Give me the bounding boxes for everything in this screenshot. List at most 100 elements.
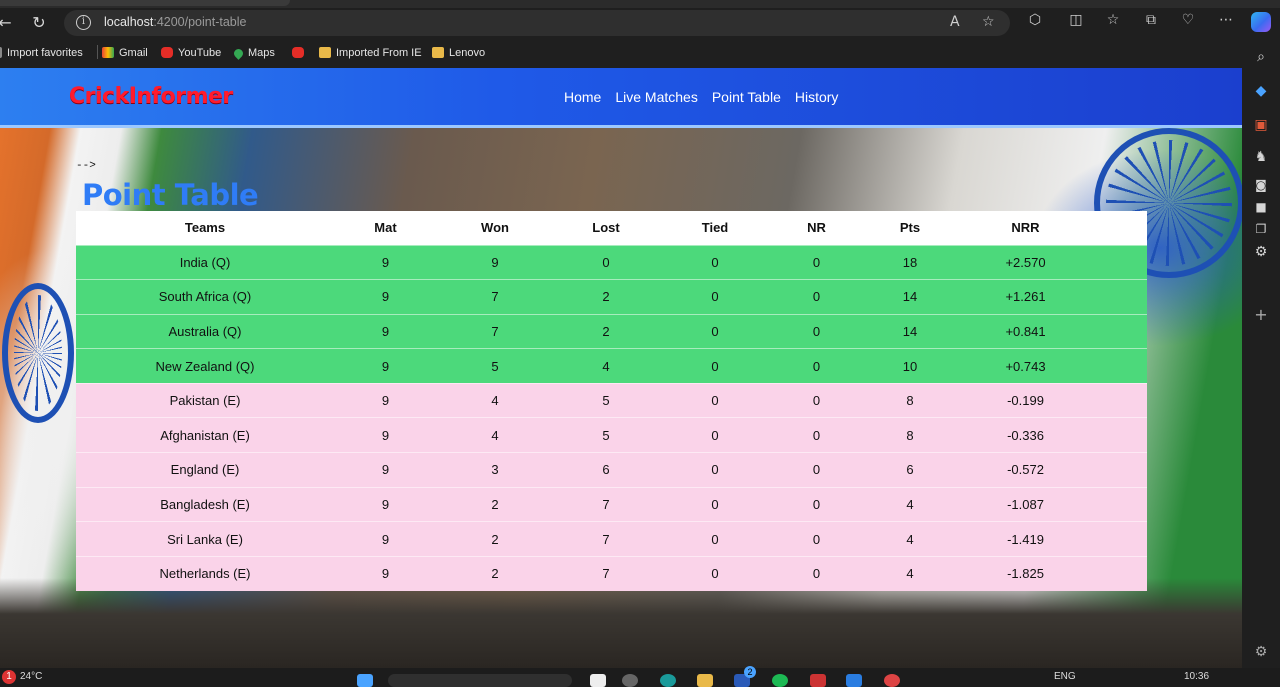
- cell-spacer: [1093, 452, 1147, 488]
- cell-mat: 9: [334, 313, 437, 349]
- favorite-lenovo[interactable]: Lenovo: [432, 46, 485, 60]
- weather-icon[interactable]: 1: [2, 670, 16, 684]
- table-row: South Africa (Q) 9 7 2 0 0 14 +1.261: [76, 279, 1147, 315]
- cell-pts: 14: [862, 313, 958, 349]
- col-mat: Mat: [334, 211, 437, 245]
- browser-toolbar: ← ↻ i localhost:4200/point-table A ☆ ⬡ ◫…: [0, 8, 1242, 38]
- weather-temp[interactable]: 24°C: [20, 671, 42, 682]
- shopping-icon[interactable]: ◆: [1252, 82, 1270, 100]
- start-icon[interactable]: [357, 674, 373, 687]
- table-row: England (E) 9 3 6 0 0 6 -0.572: [76, 452, 1147, 488]
- cell-pts: 4: [862, 555, 958, 591]
- more-menu-icon[interactable]: ⋯: [1216, 12, 1236, 28]
- favorite-gmail[interactable]: Gmail: [102, 46, 148, 60]
- brand-logo[interactable]: CrickInformer: [69, 84, 233, 109]
- cell-spacer: [1093, 348, 1147, 384]
- language-indicator[interactable]: ENG: [1054, 671, 1076, 682]
- explorer-icon[interactable]: [697, 674, 713, 687]
- clock[interactable]: 10:36: [1184, 671, 1209, 682]
- games-icon[interactable]: ♞: [1252, 148, 1270, 166]
- copilot-icon[interactable]: [1251, 12, 1271, 32]
- cell-won: 7: [437, 313, 553, 349]
- cell-mat: 9: [334, 555, 437, 591]
- cell-spacer: [1093, 313, 1147, 349]
- cell-lost: 7: [553, 486, 659, 522]
- edge-sidebar: ⌕ ◆ ▣ ♞ ◙ ■ ❐ ⚙ + ⚙: [1242, 40, 1280, 668]
- col-nr: NR: [771, 211, 862, 245]
- favorite-imported-from-ie[interactable]: Imported From IE: [319, 46, 422, 60]
- site-info-icon[interactable]: i: [76, 15, 91, 30]
- col-won: Won: [437, 211, 553, 245]
- read-aloud-icon[interactable]: A: [950, 14, 960, 30]
- flag-chakra-left: [2, 283, 74, 423]
- cell-team: India (Q): [76, 244, 334, 280]
- video-icon[interactable]: ■: [1252, 198, 1270, 216]
- table-row: New Zealand (Q) 9 5 4 0 0 10 +0.743: [76, 348, 1147, 384]
- browser-essentials-icon[interactable]: ♡: [1178, 12, 1198, 28]
- back-icon[interactable]: ←: [0, 12, 16, 34]
- active-tab-edge[interactable]: [0, 0, 290, 6]
- nav-point-table[interactable]: Point Table: [712, 89, 781, 105]
- favorite-youtube-2[interactable]: [292, 46, 309, 60]
- taskview-icon[interactable]: [590, 674, 606, 687]
- cell-lost: 5: [553, 417, 659, 453]
- cell-nrr: +0.841: [958, 313, 1093, 349]
- cell-tied: 0: [659, 555, 771, 591]
- collections-icon[interactable]: ⧉: [1141, 12, 1161, 28]
- add-icon[interactable]: +: [1252, 306, 1270, 324]
- cell-pts: 10: [862, 348, 958, 384]
- favorite-import[interactable]: Import favorites: [0, 46, 83, 60]
- split-screen-icon[interactable]: ◫: [1066, 12, 1086, 28]
- cell-pts: 4: [862, 486, 958, 522]
- address-bar[interactable]: i localhost:4200/point-table A ☆: [64, 10, 1010, 36]
- url-text[interactable]: localhost:4200/point-table: [104, 15, 246, 29]
- cell-nr: 0: [771, 244, 862, 280]
- cell-nrr: +2.570: [958, 244, 1093, 280]
- table-row: Bangladesh (E) 9 2 7 0 0 4 -1.087: [76, 486, 1147, 522]
- favorites-icon[interactable]: ☆: [1103, 12, 1123, 28]
- cell-tied: 0: [659, 279, 771, 315]
- favorite-maps[interactable]: Maps: [232, 46, 275, 60]
- cell-won: 7: [437, 279, 553, 315]
- nav-live-matches[interactable]: Live Matches: [615, 89, 697, 105]
- cell-nr: 0: [771, 555, 862, 591]
- cell-spacer: [1093, 486, 1147, 522]
- cell-team: England (E): [76, 452, 334, 488]
- taskbar-search[interactable]: [388, 674, 572, 687]
- app2-icon[interactable]: [810, 674, 826, 687]
- windows-icon[interactable]: ❐: [1252, 220, 1270, 238]
- sidebar-settings-icon[interactable]: ⚙: [1252, 643, 1270, 661]
- camera-icon[interactable]: ◙: [1252, 176, 1270, 194]
- col-lost: Lost: [553, 211, 659, 245]
- edge-taskbar-icon[interactable]: [660, 674, 676, 687]
- cell-nr: 0: [771, 417, 862, 453]
- app-icon[interactable]: [622, 674, 638, 687]
- cell-won: 2: [437, 521, 553, 557]
- refresh-icon[interactable]: ↻: [28, 12, 50, 34]
- spotify-icon[interactable]: [772, 674, 788, 687]
- favorite-youtube[interactable]: YouTube: [161, 46, 221, 60]
- cell-lost: 6: [553, 452, 659, 488]
- page-viewport: CrickInformer Home Live Matches Point Tabl…: [0, 68, 1242, 668]
- vscode-icon[interactable]: [846, 674, 862, 687]
- search-icon[interactable]: ⌕: [1252, 48, 1270, 66]
- table-row: Afghanistan (E) 9 4 5 0 0 8 -0.336: [76, 417, 1147, 453]
- table-row: Australia (Q) 9 7 2 0 0 14 +0.841: [76, 313, 1147, 349]
- cell-pts: 4: [862, 521, 958, 557]
- cell-nr: 0: [771, 313, 862, 349]
- cell-team: Bangladesh (E): [76, 486, 334, 522]
- cell-lost: 7: [553, 521, 659, 557]
- extensions-icon[interactable]: ⬡: [1025, 12, 1045, 28]
- cell-tied: 0: [659, 521, 771, 557]
- cell-nr: 0: [771, 521, 862, 557]
- cell-pts: 18: [862, 244, 958, 280]
- nav-history[interactable]: History: [795, 89, 839, 105]
- cell-nr: 0: [771, 348, 862, 384]
- nav-home[interactable]: Home: [564, 89, 601, 105]
- tools-icon[interactable]: ▣: [1252, 116, 1270, 134]
- col-tied: Tied: [659, 211, 771, 245]
- table-header-row: Teams Mat Won Lost Tied NR Pts NRR: [76, 211, 1147, 245]
- favorite-star-icon[interactable]: ☆: [982, 14, 995, 30]
- settings-gear-icon[interactable]: ⚙: [1252, 243, 1270, 261]
- chrome-icon[interactable]: [884, 674, 900, 687]
